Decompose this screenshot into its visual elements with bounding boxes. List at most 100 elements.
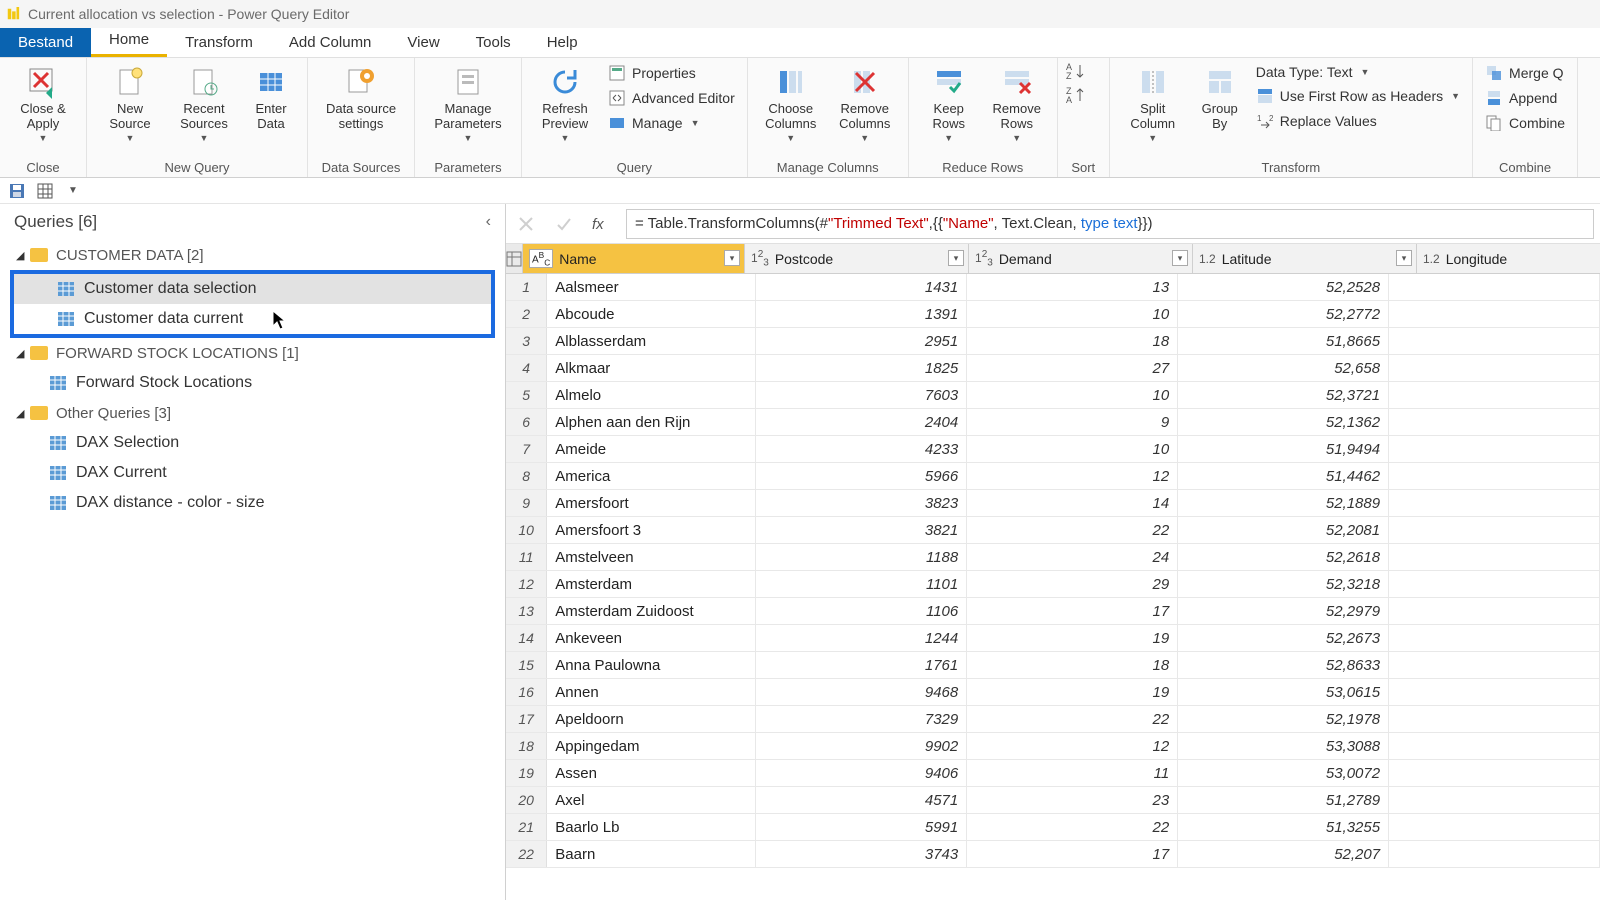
merge-queries-button[interactable]: Merge Q <box>1481 62 1569 84</box>
table-row[interactable]: 2Abcoude13911052,2772 <box>506 301 1600 328</box>
cell-name[interactable]: Alkmaar <box>547 355 756 381</box>
cell-name[interactable]: Apeldoorn <box>547 706 756 732</box>
cell-demand[interactable]: 27 <box>967 355 1178 381</box>
cell-name[interactable]: Amstelveen <box>547 544 756 570</box>
first-row-headers-button[interactable]: Use First Row as Headers ▼ <box>1252 85 1464 107</box>
column-header-name[interactable]: ABCName▾ <box>523 244 745 273</box>
cell-latitude[interactable]: 52,2979 <box>1178 598 1389 624</box>
cell-longitude[interactable] <box>1389 274 1600 300</box>
cell-name[interactable]: Alphen aan den Rijn <box>547 409 756 435</box>
cell-postcode[interactable]: 2404 <box>756 409 967 435</box>
table-row[interactable]: 9Amersfoort38231452,1889 <box>506 490 1600 517</box>
cell-postcode[interactable]: 5991 <box>756 814 967 840</box>
cell-demand[interactable]: 12 <box>967 733 1178 759</box>
cell-latitude[interactable]: 52,8633 <box>1178 652 1389 678</box>
cell-longitude[interactable] <box>1389 436 1600 462</box>
refresh-preview-button[interactable]: Refresh Preview ▼ <box>530 62 600 145</box>
column-header-latitude[interactable]: 1.2Latitude▾ <box>1193 244 1417 273</box>
cell-postcode[interactable]: 1101 <box>756 571 967 597</box>
close-apply-button[interactable]: Close & Apply ▼ <box>8 62 78 145</box>
new-source-button[interactable]: New Source ▼ <box>95 62 165 145</box>
cell-demand[interactable]: 18 <box>967 328 1178 354</box>
cell-demand[interactable]: 14 <box>967 490 1178 516</box>
confirm-formula-icon[interactable] <box>550 210 578 238</box>
cell-latitude[interactable]: 51,9494 <box>1178 436 1389 462</box>
column-header-demand[interactable]: 123Demand▾ <box>969 244 1193 273</box>
collapse-panel-icon[interactable]: ‹ <box>486 213 491 231</box>
cell-postcode[interactable]: 3823 <box>756 490 967 516</box>
cell-postcode[interactable]: 1106 <box>756 598 967 624</box>
cell-postcode[interactable]: 7603 <box>756 382 967 408</box>
sort-desc-button[interactable]: ZA <box>1066 86 1084 104</box>
table-row[interactable]: 3Alblasserdam29511851,8665 <box>506 328 1600 355</box>
table-row[interactable]: 15Anna Paulowna17611852,8633 <box>506 652 1600 679</box>
formula-input[interactable]: = Table.TransformColumns(#"Trimmed Text"… <box>626 209 1594 239</box>
cell-demand[interactable]: 29 <box>967 571 1178 597</box>
data-type-button[interactable]: Data Type: Text ▼ <box>1252 62 1464 82</box>
table-row[interactable]: 17Apeldoorn73292252,1978 <box>506 706 1600 733</box>
cell-latitude[interactable]: 52,2673 <box>1178 625 1389 651</box>
column-filter-icon[interactable]: ▾ <box>1172 250 1188 266</box>
query-item[interactable]: Forward Stock Locations <box>6 368 499 398</box>
cell-postcode[interactable]: 7329 <box>756 706 967 732</box>
cell-demand[interactable]: 23 <box>967 787 1178 813</box>
menu-home[interactable]: Home <box>91 25 167 57</box>
cell-latitude[interactable]: 52,2081 <box>1178 517 1389 543</box>
keep-rows-button[interactable]: Keep Rows ▼ <box>917 62 981 145</box>
data-source-settings-button[interactable]: Data source settings <box>316 62 406 134</box>
cell-name[interactable]: Baarn <box>547 841 756 867</box>
advanced-editor-button[interactable]: Advanced Editor <box>604 87 739 109</box>
cell-postcode[interactable]: 9468 <box>756 679 967 705</box>
cell-longitude[interactable] <box>1389 679 1600 705</box>
grid-body[interactable]: 1Aalsmeer14311352,25282Abcoude13911052,2… <box>506 274 1600 868</box>
cell-latitude[interactable]: 51,4462 <box>1178 463 1389 489</box>
column-header-postcode[interactable]: 123Postcode▾ <box>745 244 969 273</box>
cell-longitude[interactable] <box>1389 517 1600 543</box>
cell-latitude[interactable]: 51,8665 <box>1178 328 1389 354</box>
table-row[interactable]: 4Alkmaar18252752,658 <box>506 355 1600 382</box>
cell-postcode[interactable]: 3743 <box>756 841 967 867</box>
cell-name[interactable]: Ankeveen <box>547 625 756 651</box>
cell-demand[interactable]: 22 <box>967 814 1178 840</box>
menu-tools[interactable]: Tools <box>458 28 529 57</box>
menu-add-column[interactable]: Add Column <box>271 28 390 57</box>
cell-latitude[interactable]: 52,1889 <box>1178 490 1389 516</box>
table-row[interactable]: 6Alphen aan den Rijn2404952,1362 <box>506 409 1600 436</box>
qat-dropdown-icon[interactable]: ▼ <box>64 182 82 200</box>
cell-demand[interactable]: 11 <box>967 760 1178 786</box>
cell-longitude[interactable] <box>1389 571 1600 597</box>
cell-longitude[interactable] <box>1389 652 1600 678</box>
group-by-button[interactable]: Group By <box>1192 62 1248 134</box>
remove-columns-button[interactable]: Remove Columns ▼ <box>830 62 900 145</box>
cell-postcode[interactable]: 4571 <box>756 787 967 813</box>
cell-longitude[interactable] <box>1389 841 1600 867</box>
cell-name[interactable]: Abcoude <box>547 301 756 327</box>
cell-demand[interactable]: 24 <box>967 544 1178 570</box>
cell-name[interactable]: Amsterdam Zuidoost <box>547 598 756 624</box>
cell-postcode[interactable]: 1244 <box>756 625 967 651</box>
query-folder[interactable]: ◢FORWARD STOCK LOCATIONS [1] <box>6 338 499 368</box>
manage-parameters-button[interactable]: Manage Parameters ▼ <box>423 62 513 145</box>
cell-latitude[interactable]: 53,0615 <box>1178 679 1389 705</box>
table-row[interactable]: 20Axel45712351,2789 <box>506 787 1600 814</box>
cell-latitude[interactable]: 53,0072 <box>1178 760 1389 786</box>
cell-demand[interactable]: 12 <box>967 463 1178 489</box>
cell-demand[interactable]: 10 <box>967 436 1178 462</box>
cell-latitude[interactable]: 52,1978 <box>1178 706 1389 732</box>
cell-longitude[interactable] <box>1389 787 1600 813</box>
cell-name[interactable]: Almelo <box>547 382 756 408</box>
cell-demand[interactable]: 22 <box>967 706 1178 732</box>
cell-latitude[interactable]: 51,3255 <box>1178 814 1389 840</box>
table-row[interactable]: 5Almelo76031052,3721 <box>506 382 1600 409</box>
cell-name[interactable]: Aalsmeer <box>547 274 756 300</box>
cell-longitude[interactable] <box>1389 544 1600 570</box>
cell-demand[interactable]: 18 <box>967 652 1178 678</box>
cell-postcode[interactable]: 1188 <box>756 544 967 570</box>
cell-longitude[interactable] <box>1389 328 1600 354</box>
cell-longitude[interactable] <box>1389 355 1600 381</box>
table-row[interactable]: 14Ankeveen12441952,2673 <box>506 625 1600 652</box>
replace-values-button[interactable]: 12 Replace Values <box>1252 110 1464 132</box>
split-column-button[interactable]: Split Column ▼ <box>1118 62 1188 145</box>
cell-postcode[interactable]: 5966 <box>756 463 967 489</box>
cell-postcode[interactable]: 9902 <box>756 733 967 759</box>
